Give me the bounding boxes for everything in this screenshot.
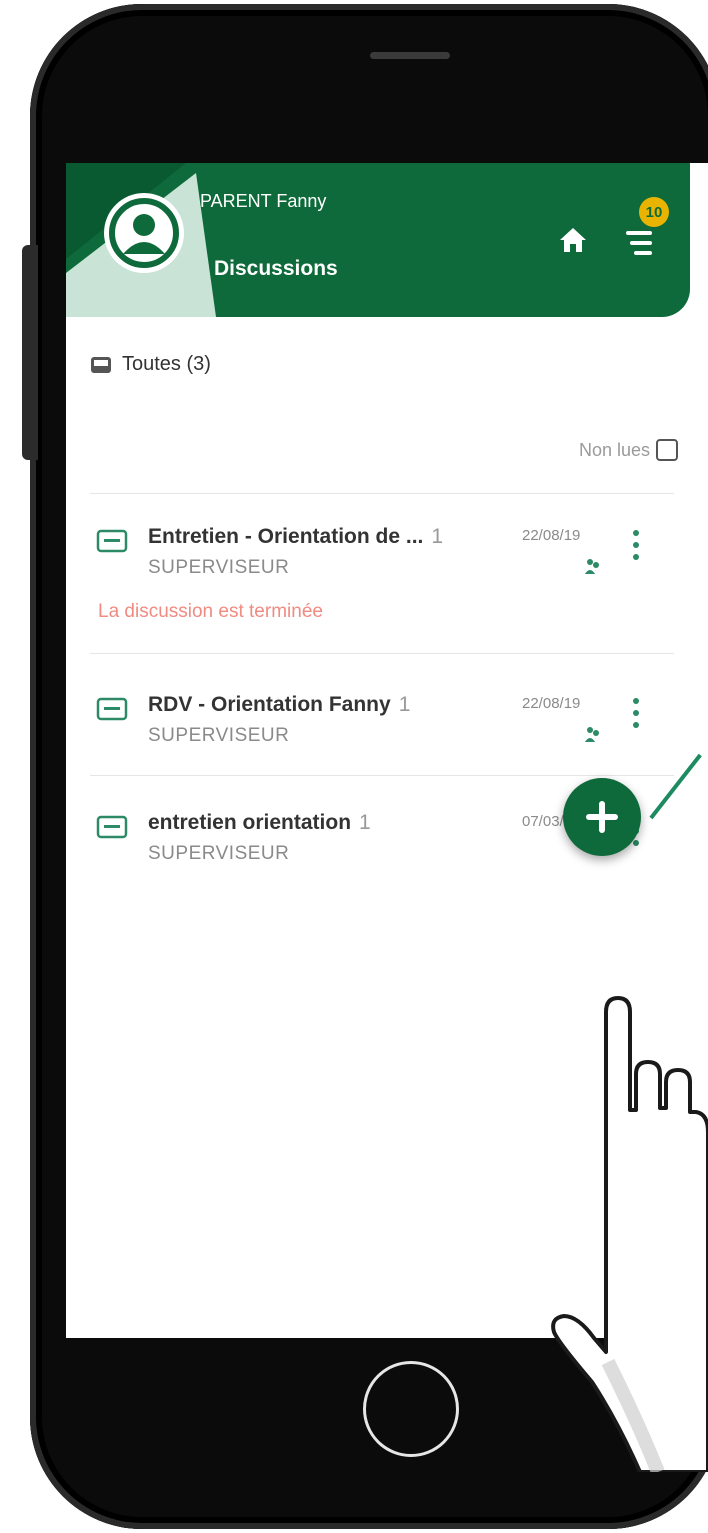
discussion-date: 22/08/19 [522, 695, 581, 712]
discussion-title: entretien orientation 1 [148, 811, 371, 835]
message-count: 1 [431, 525, 444, 548]
discussion-role: SUPERVISEUR [148, 557, 290, 578]
divider [90, 775, 674, 776]
discussion-ended-note: La discussion est terminée [98, 601, 323, 622]
chat-icon [96, 697, 128, 721]
discussion-role: SUPERVISEUR [148, 843, 290, 864]
chat-icon [96, 815, 128, 839]
phone-speaker [370, 52, 450, 59]
home-icon[interactable] [558, 225, 588, 255]
more-options-icon[interactable] [630, 695, 642, 731]
pointing-hand-icon [551, 996, 708, 1472]
participants-icon [585, 559, 599, 574]
chat-icon [96, 529, 128, 553]
avatar[interactable] [104, 193, 184, 273]
divider [90, 493, 674, 494]
plus-icon [586, 801, 618, 833]
new-discussion-button[interactable] [563, 778, 641, 856]
phone-side-button [22, 245, 38, 460]
app-header: PARENT Fanny Discussions 10 [66, 163, 690, 317]
discussion-role: SUPERVISEUR [148, 725, 290, 746]
discussion-title: RDV - Orientation Fanny 1 [148, 693, 410, 717]
inbox-icon [91, 356, 111, 373]
discussion-date: 22/08/19 [522, 527, 581, 544]
unread-filter[interactable]: Non lues [579, 439, 678, 461]
avatar-icon [109, 198, 179, 268]
divider [90, 653, 674, 654]
participants-icon [585, 727, 599, 742]
unread-checkbox[interactable] [656, 439, 678, 461]
unread-label: Non lues [578, 439, 650, 460]
discussion-title: Entretien - Orientation de ... 1 [148, 525, 443, 549]
page-title: Discussions [214, 257, 338, 280]
filter-label: Toutes (3) [122, 353, 211, 375]
message-count: 1 [398, 693, 411, 716]
user-name: PARENT Fanny [200, 191, 327, 211]
message-count: 1 [359, 811, 371, 834]
discussion-title-text: Entretien - Orientation de ... [148, 525, 424, 548]
discussion-title-text: RDV - Orientation Fanny [148, 693, 391, 716]
more-options-icon[interactable] [630, 527, 642, 563]
notification-badge[interactable]: 10 [639, 197, 669, 227]
discussion-title-text: entretien orientation [148, 811, 352, 834]
phone-home-button[interactable] [363, 1361, 459, 1457]
filter-all[interactable]: Toutes (3) [90, 353, 211, 376]
